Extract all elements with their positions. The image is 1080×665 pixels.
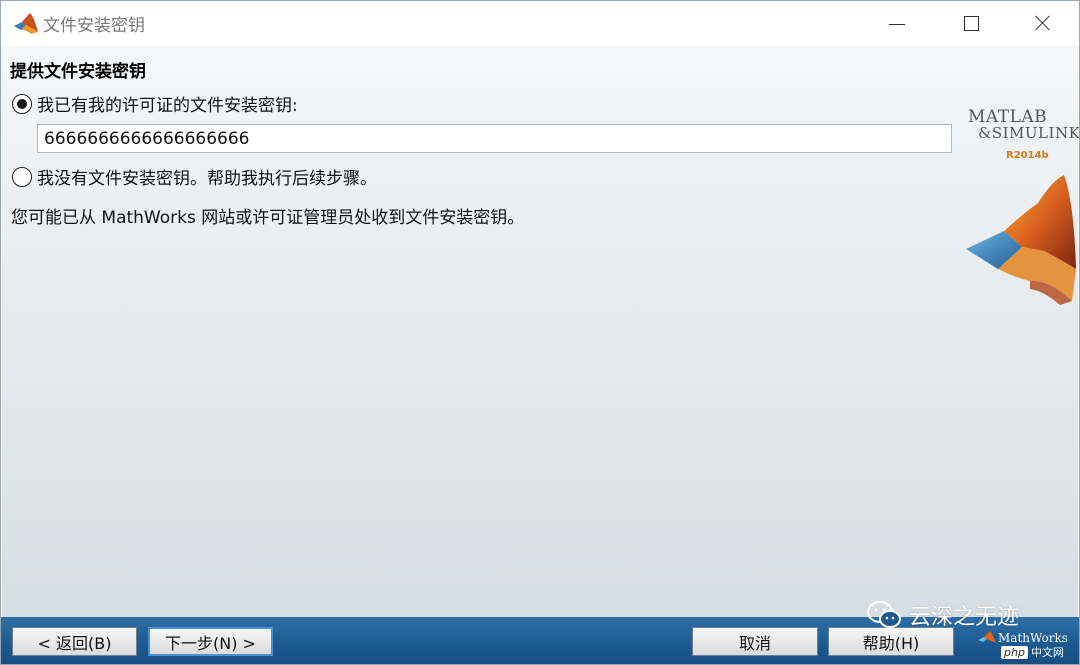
radio-no-key[interactable] xyxy=(12,166,32,187)
cancel-button[interactable]: 取消 xyxy=(692,627,818,656)
content-panel: 提供文件安装密钥 我已有我的许可证的文件安装密钥: 我没有文件安装密钥。帮助我执… xyxy=(2,45,1080,617)
mathworks-membrane-icon xyxy=(978,631,996,643)
version-label: R2014b xyxy=(1006,150,1049,161)
info-text: 您可能已从 MathWorks 网站或许可证管理员处收到文件安装密钥。 xyxy=(11,208,525,228)
maximize-button[interactable] xyxy=(943,1,999,45)
title-bar[interactable]: 文件安装密钥 xyxy=(1,1,1079,45)
wordmark-simulink: &SIMULINK xyxy=(978,124,1080,142)
matlab-simulink-wordmark: MATLAB &SIMULINK R2014b xyxy=(968,107,1080,161)
matlab-logo-icon xyxy=(14,13,38,34)
installer-window: 文件安装密钥 提供文件安装密钥 我已有我的许可证的文件安装密钥: 我没有文件安装… xyxy=(0,0,1080,665)
option-no-key-label[interactable]: 我没有文件安装密钥。帮助我执行后续步骤。 xyxy=(37,164,377,189)
site-badge-cn: 中文网 xyxy=(1030,646,1064,659)
matlab-membrane-logo xyxy=(966,175,1076,305)
close-button[interactable] xyxy=(1015,1,1071,45)
installation-key-input[interactable] xyxy=(37,124,952,153)
page-title: 提供文件安装密钥 xyxy=(10,62,146,82)
mathworks-logo: MathWorks xyxy=(978,631,1068,645)
mathworks-wordmark: MathWorks xyxy=(998,631,1068,645)
watermark-text: 云深之无迹 xyxy=(909,605,1020,630)
radio-have-key[interactable] xyxy=(12,93,32,114)
window-title: 文件安装密钥 xyxy=(43,16,145,36)
next-button[interactable]: 下一步(N) > xyxy=(148,627,273,656)
radio-selected-dot xyxy=(17,98,27,109)
wechat-icon xyxy=(867,601,901,628)
wechat-watermark: 云深之无迹 xyxy=(867,599,1019,631)
minimize-icon xyxy=(889,23,905,25)
maximize-icon xyxy=(963,15,979,31)
minimize-button[interactable] xyxy=(869,1,925,45)
option-have-key-label[interactable]: 我已有我的许可证的文件安装密钥: xyxy=(37,91,298,116)
site-badge-php: php xyxy=(1001,645,1028,659)
help-button[interactable]: 帮助(H) xyxy=(828,627,954,656)
close-icon xyxy=(1035,15,1051,31)
option-no-key[interactable]: 我没有文件安装密钥。帮助我执行后续步骤。 xyxy=(12,164,377,189)
site-badge: php 中文网 xyxy=(1001,644,1064,660)
back-button[interactable]: < 返回(B) xyxy=(12,627,137,656)
option-have-key[interactable]: 我已有我的许可证的文件安装密钥: xyxy=(12,91,298,116)
